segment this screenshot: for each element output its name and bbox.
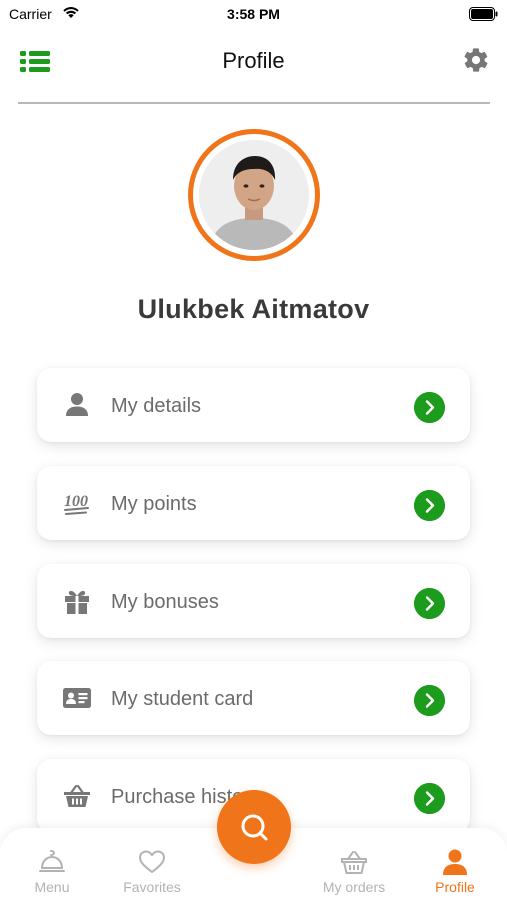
my-student-card-label: My student card <box>111 688 254 710</box>
basket-icon <box>64 784 90 807</box>
person-icon <box>66 393 88 416</box>
hundred-points-icon: 100 <box>64 493 89 515</box>
page-title: Profile <box>222 48 285 73</box>
user-name: Ulukbek Aitmatov <box>137 294 370 324</box>
my-points-label: My points <box>111 493 197 515</box>
tab-my-orders-label: My orders <box>322 879 386 895</box>
basket-icon <box>341 851 367 874</box>
avatar-ring[interactable] <box>188 129 320 261</box>
my-bonuses-label: My bonuses <box>111 591 219 613</box>
search-icon <box>241 814 268 841</box>
person-icon <box>443 849 467 875</box>
gear-icon[interactable] <box>462 46 490 74</box>
my-bonuses-item[interactable]: My bonuses <box>37 564 470 638</box>
status-time: 3:58 PM <box>227 6 280 22</box>
tab-favorites-label: Favorites <box>123 879 181 895</box>
id-card-icon <box>63 688 91 708</box>
status-bar: Carrier 3:58 PM <box>0 0 507 28</box>
food-cloche-icon <box>39 850 65 872</box>
tab-favorites[interactable]: Favorites <box>107 828 197 900</box>
chevron-right-icon <box>414 392 445 423</box>
search-button[interactable] <box>217 790 291 864</box>
battery-icon <box>469 7 498 21</box>
heart-icon <box>139 850 165 873</box>
my-student-card-item[interactable]: My student card <box>37 661 470 735</box>
tab-menu[interactable]: Menu <box>7 828 97 900</box>
tab-menu-label: Menu <box>34 879 70 895</box>
tab-profile[interactable]: Profile <box>410 828 500 900</box>
header-divider <box>18 102 490 104</box>
my-points-item[interactable]: 100 My points <box>37 466 470 540</box>
my-details-label: My details <box>111 395 202 417</box>
chevron-right-icon <box>414 490 445 521</box>
chevron-right-icon <box>414 783 445 814</box>
avatar <box>199 140 309 250</box>
my-details-item[interactable]: My details <box>37 368 470 442</box>
avatar-photo <box>199 140 309 250</box>
chevron-right-icon <box>414 685 445 716</box>
header: Profile <box>0 36 507 86</box>
gift-icon <box>65 590 89 614</box>
tab-profile-label: Profile <box>435 879 475 895</box>
chevron-right-icon <box>414 588 445 619</box>
tab-my-orders[interactable]: My orders <box>309 828 399 900</box>
